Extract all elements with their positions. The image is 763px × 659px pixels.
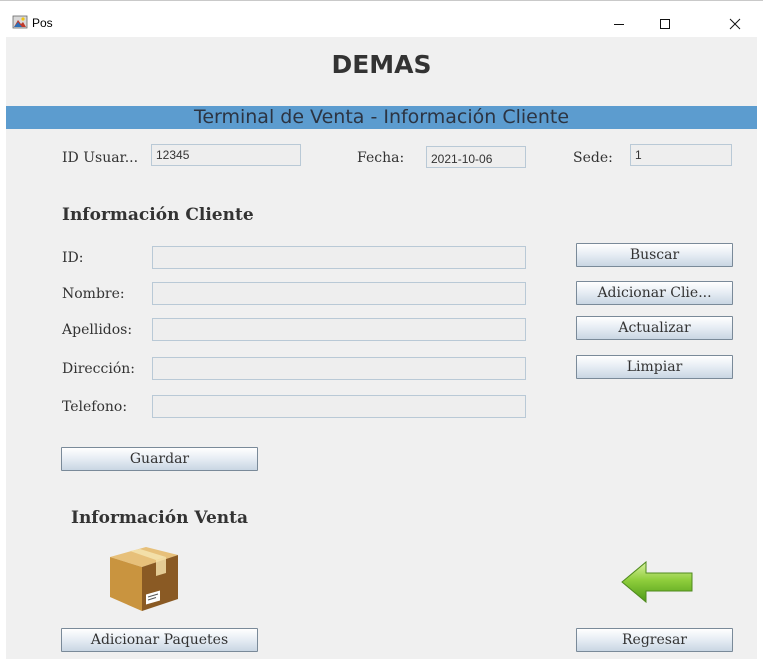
minimize-button[interactable] [596,10,642,38]
add-packages-button[interactable]: Adicionar Paquetes [61,628,258,652]
client-id-input[interactable] [152,246,526,269]
site-field[interactable]: 1 [630,144,732,166]
search-button[interactable]: Buscar [576,243,733,267]
date-field[interactable]: 2021-10-06 [426,146,526,168]
window-title: Pos [32,16,53,30]
maximize-icon [660,19,670,29]
window-title-bar[interactable]: Pos [0,0,763,37]
user-id-label: ID Usuar... [62,150,139,166]
user-id-field[interactable]: 12345 [151,144,301,166]
back-arrow-icon[interactable] [620,560,694,604]
client-address-label: Dirección: [62,361,136,377]
app-title: DEMAS [331,50,432,79]
client-name-label: Nombre: [62,286,125,302]
clear-button[interactable]: Limpiar [576,355,733,379]
close-button[interactable] [712,10,758,38]
java-app-icon [12,14,28,30]
add-client-button[interactable]: Adicionar Clie... [576,281,733,305]
package-box-icon[interactable] [106,545,182,613]
client-address-input[interactable] [152,357,526,380]
back-button[interactable]: Regresar [576,628,733,652]
client-phone-label: Telefono: [62,399,128,415]
maximize-button[interactable] [642,10,688,38]
minimize-icon [614,24,624,25]
client-lastname-input[interactable] [152,318,526,341]
client-name-input[interactable] [152,282,526,305]
update-button[interactable]: Actualizar [576,316,733,340]
site-label: Sede: [573,150,613,166]
sale-section-header: Información Venta [71,508,249,528]
save-button[interactable]: Guardar [61,447,258,471]
client-phone-input[interactable] [152,395,526,418]
banner-title: Terminal de Venta - Información Cliente [193,106,570,128]
client-lastname-label: Apellidos: [62,322,133,338]
client-id-label: ID: [62,250,84,266]
close-icon [729,18,741,30]
client-section-header: Información Cliente [62,205,254,225]
date-label: Fecha: [357,150,405,166]
